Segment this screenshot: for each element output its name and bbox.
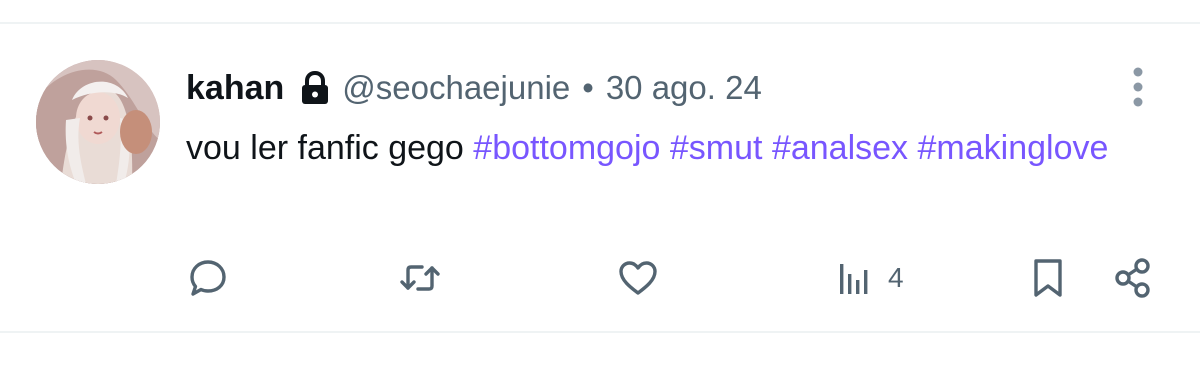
tweet-text: vou ler fanfic gego #bottomgojo #smut #a… [186,124,1146,172]
tweet-date[interactable]: 30 ago. 24 [606,69,762,107]
bookmark-icon [1034,259,1062,297]
retweet-icon [400,265,440,291]
reply-icon [190,260,226,296]
share-icon [1115,258,1150,298]
tweet-text-plain: vou ler fanfic gego [186,129,474,167]
tweet-actions: 4 [0,250,1200,306]
tweet-header: kahan @seochaejunie • 30 ago. 24 [186,66,762,110]
hashtag-link[interactable]: #makinglove [918,129,1109,167]
more-vertical-icon[interactable] [1124,64,1152,110]
bottom-divider [0,331,1200,333]
share-button[interactable] [1112,250,1156,306]
avatar-image [36,60,160,184]
hashtag-link[interactable]: #bottomgojo [473,129,660,167]
lock-icon [300,70,330,105]
avatar[interactable] [36,60,160,184]
like-button[interactable] [616,250,660,306]
hashtag-link[interactable]: #analsex [772,129,908,167]
bookmark-button[interactable] [1026,250,1070,306]
views-chart-icon [840,264,868,294]
separator-dot: • [582,69,594,106]
reply-button[interactable] [186,250,230,306]
retweet-button[interactable] [398,250,442,306]
display-name[interactable]: kahan [186,69,284,108]
hashtag-link[interactable]: #smut [670,129,763,167]
tweet[interactable]: kahan @seochaejunie • 30 ago. 24 vou ler… [0,24,1200,331]
user-handle[interactable]: @seochaejunie [342,69,570,107]
views-button[interactable]: 4 [834,250,904,306]
heart-icon [619,261,657,295]
views-count: 4 [888,262,904,293]
